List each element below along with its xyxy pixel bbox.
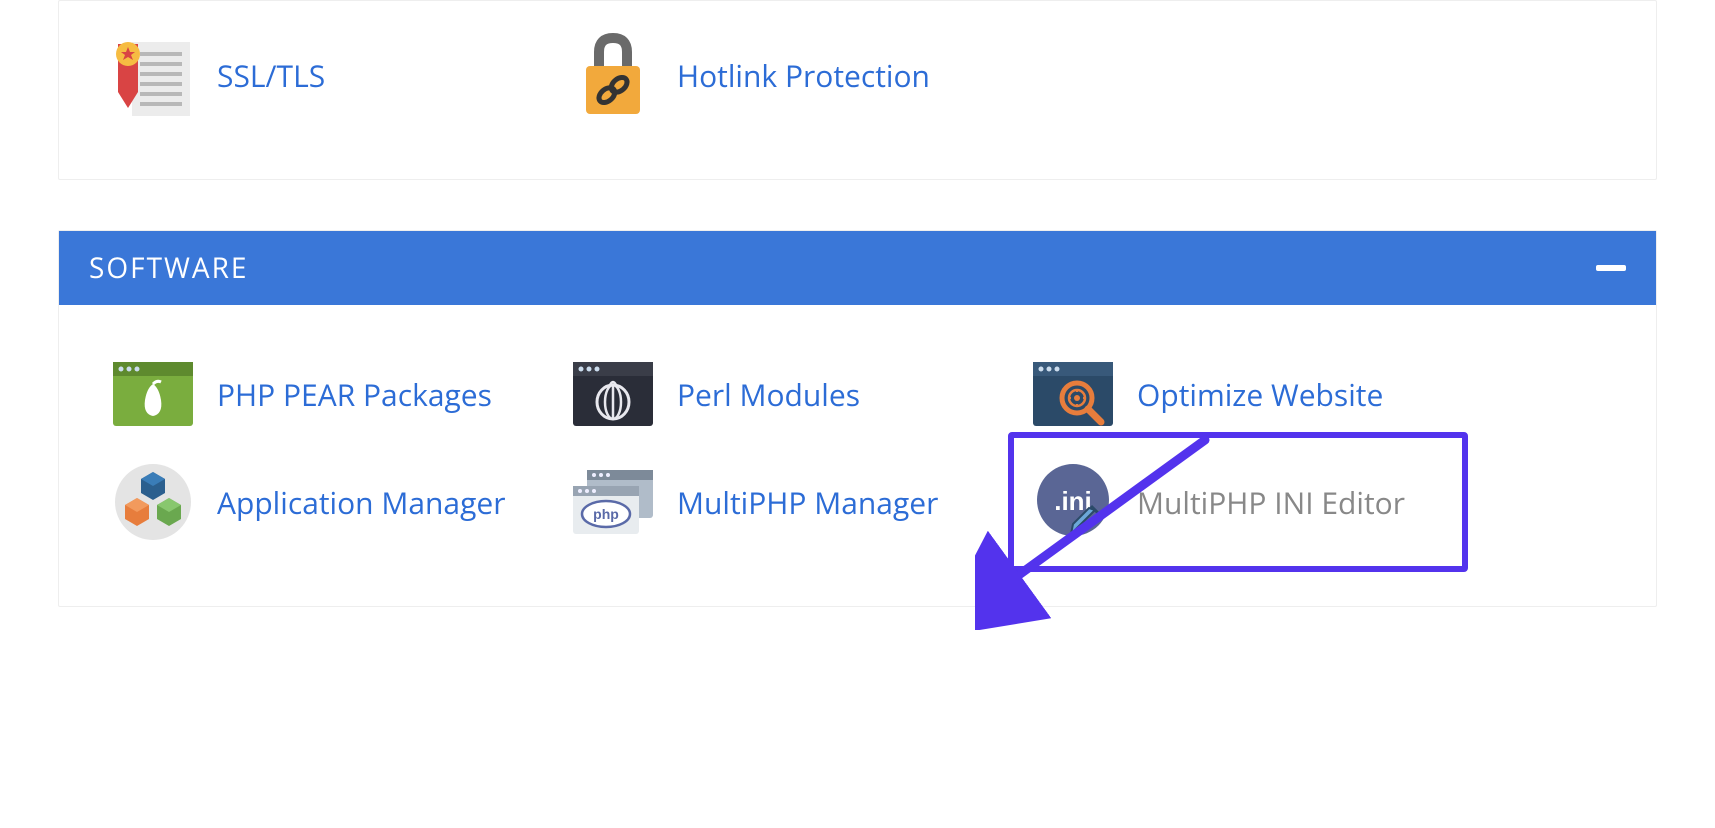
application-manager-link[interactable]: Application Manager [109,448,569,556]
perl-modules-label: Perl Modules [677,374,860,415]
multiphp-ini-editor-label: MultiPHP INI Editor [1137,482,1405,523]
php-pear-packages-label: PHP PEAR Packages [217,374,492,415]
optimize-website-label: Optimize Website [1137,374,1383,415]
perl-modules-link[interactable]: Perl Modules [569,340,1029,448]
application-boxes-icon [109,466,197,538]
ssl-tls-label: SSL/TLS [217,55,325,96]
hotlink-protection-link[interactable]: Hotlink Protection [569,21,1029,129]
hotlink-protection-label: Hotlink Protection [677,55,930,96]
pear-window-icon [109,358,197,430]
software-panel-title: SOFTWARE [89,249,248,287]
security-panel: SSL/TLS Hotlink Protection [58,0,1657,180]
perl-onion-icon [569,358,657,430]
software-panel: SOFTWARE PHP PEAR Packages [58,230,1657,607]
ssl-certificate-icon [109,39,197,111]
multiphp-manager-link[interactable]: php MultiPHP Manager [569,448,1029,556]
security-items-grid: SSL/TLS Hotlink Protection [59,1,1656,149]
software-panel-header[interactable]: SOFTWARE [59,231,1656,305]
hotlink-lock-icon [569,39,657,111]
application-manager-label: Application Manager [217,482,506,523]
multiphp-ini-editor-link[interactable]: .ini MultiPHP INI Editor [1008,432,1468,572]
php-pear-packages-link[interactable]: PHP PEAR Packages [109,340,569,448]
svg-text:php: php [593,506,619,522]
optimize-magnify-icon [1029,358,1117,430]
collapse-icon [1596,265,1626,271]
ini-edit-icon: .ini [1029,466,1117,538]
software-items-grid: PHP PEAR Packages Perl Modules [59,305,1656,606]
multiphp-windows-icon: php [569,466,657,538]
multiphp-manager-label: MultiPHP Manager [677,482,938,523]
ssl-tls-link[interactable]: SSL/TLS [109,21,569,129]
